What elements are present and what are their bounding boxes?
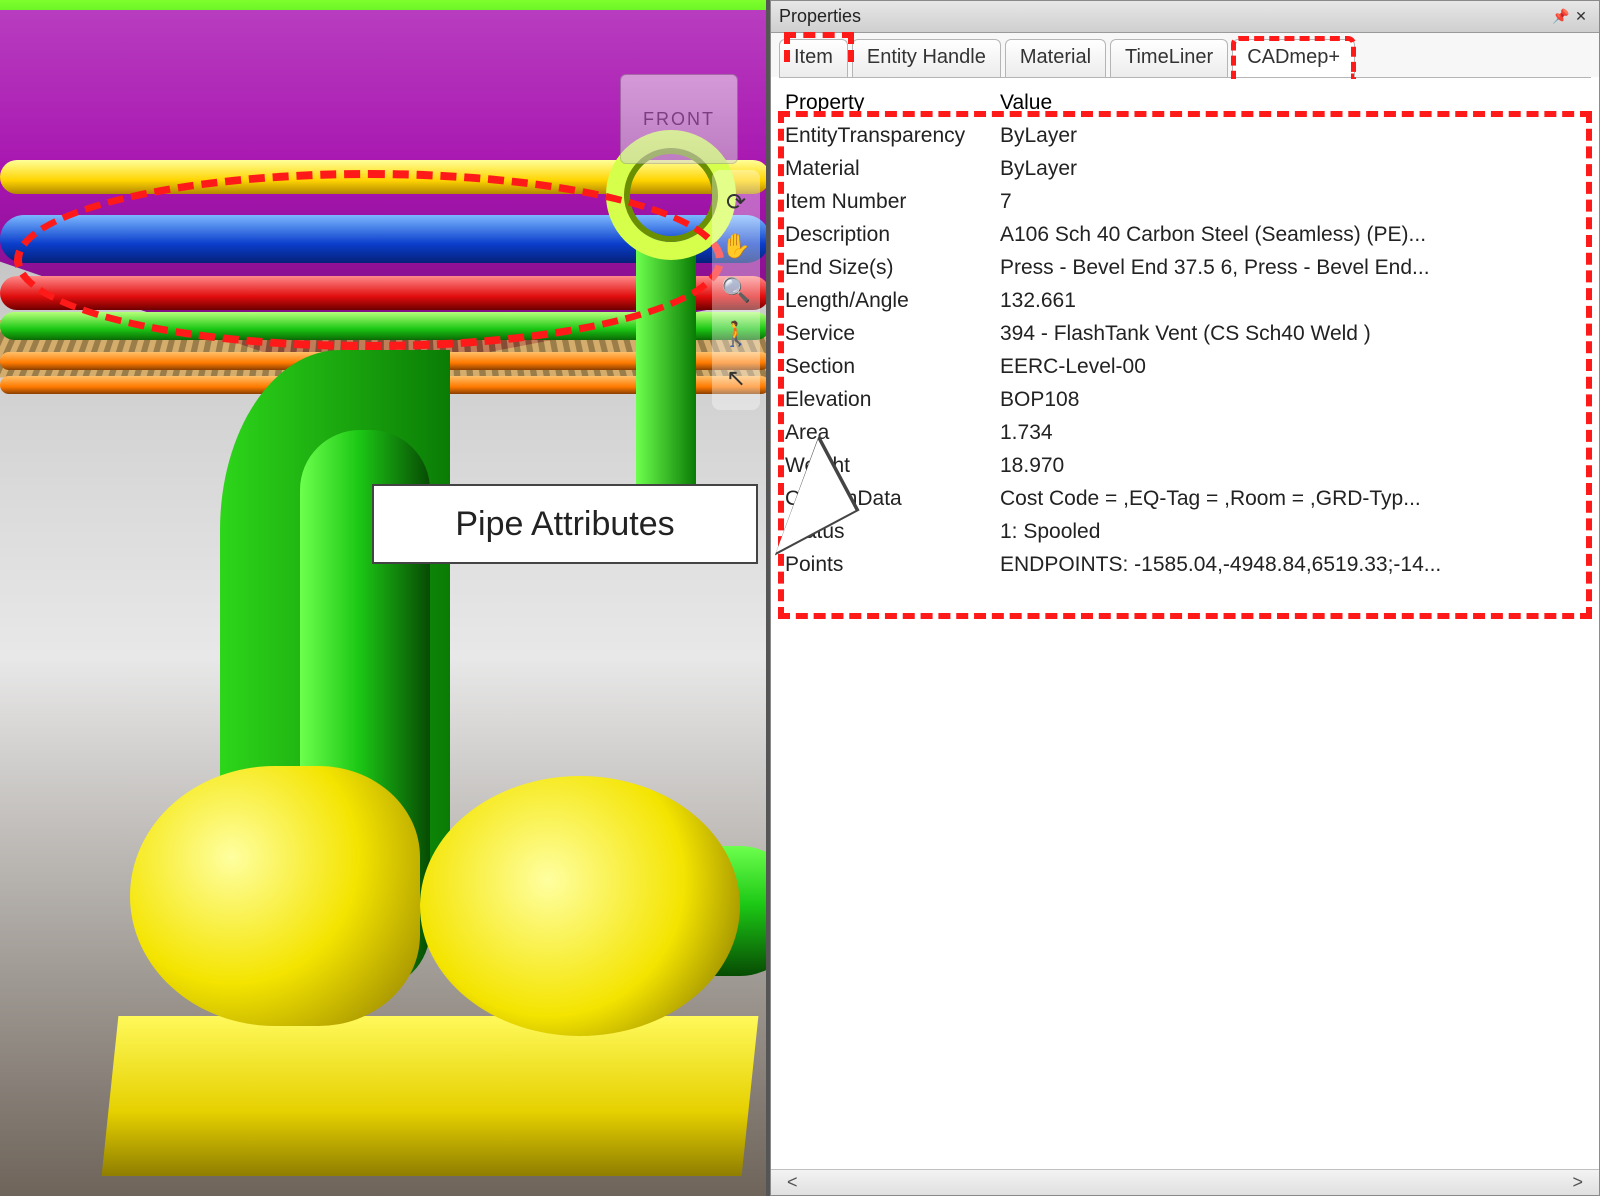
table-row[interactable]: Status 1: Spooled xyxy=(785,515,1581,548)
callout-box: Pipe Attributes xyxy=(372,484,758,564)
table-row[interactable]: PointsENDPOINTS: -1585.04,-4948.84,6519.… xyxy=(785,548,1581,581)
pan-icon: ✋ xyxy=(721,232,751,261)
prop-val: BOP108 xyxy=(1000,383,1581,416)
header-value: Value xyxy=(1000,86,1581,119)
select-tool[interactable]: ↖ xyxy=(716,358,756,398)
prop-val: 18.970 xyxy=(1000,449,1581,482)
prop-val: 394 - FlashTank Vent (CS Sch40 Weld ) xyxy=(1000,317,1581,350)
tab-entity-handle[interactable]: Entity Handle xyxy=(852,39,1001,77)
header-property: Property xyxy=(785,86,1000,119)
table-row[interactable]: Item Number7 xyxy=(785,185,1581,218)
zoom-tool[interactable]: 🔍 xyxy=(716,270,756,310)
tab-strip: Item Entity Handle Material TimeLiner CA… xyxy=(771,33,1599,77)
select-icon: ↖ xyxy=(726,364,746,393)
orbit-tool[interactable]: ⟳ xyxy=(716,182,756,222)
table-row[interactable]: EntityTransparencyByLayer xyxy=(785,119,1581,152)
navigation-bar: ⟳ ✋ 🔍 🚶 ↖ xyxy=(712,170,760,410)
prop-key: Elevation xyxy=(785,383,1000,416)
prop-val: 7 xyxy=(1000,185,1581,218)
property-header-row: Property Value xyxy=(785,86,1581,119)
pump-motor xyxy=(130,766,420,1026)
panel-title: Properties xyxy=(779,6,861,27)
properties-panel: Properties 📌 ✕ Item Entity Handle Materi… xyxy=(770,0,1600,1196)
tab-cadmep[interactable]: CADmep+ xyxy=(1232,39,1355,77)
table-row[interactable]: Service394 - FlashTank Vent (CS Sch40 We… xyxy=(785,317,1581,350)
prop-val: Cost Code = ,EQ-Tag = ,Room = ,GRD-Typ..… xyxy=(1000,482,1581,515)
app-root: FRONT ⟳ ✋ 🔍 🚶 ↖ Pipe Attributes Properti… xyxy=(0,0,1600,1196)
table-row[interactable]: Weight18.970 xyxy=(785,449,1581,482)
tab-cadmep-label: CADmep+ xyxy=(1247,46,1340,68)
table-row[interactable]: DescriptionA106 Sch 40 Carbon Steel (Sea… xyxy=(785,218,1581,251)
tab-material[interactable]: Material xyxy=(1005,39,1106,77)
table-row[interactable]: End Size(s)Press - Bevel End 37.5 6, Pre… xyxy=(785,251,1581,284)
prop-key: Service xyxy=(785,317,1000,350)
zoom-icon: 🔍 xyxy=(721,276,751,305)
walk-icon: 🚶 xyxy=(721,320,751,349)
table-row[interactable]: CustomDataCost Code = ,EQ-Tag = ,Room = … xyxy=(785,482,1581,515)
model-viewport[interactable]: FRONT ⟳ ✋ 🔍 🚶 ↖ xyxy=(0,0,770,1196)
prop-val: EERC-Level-00 xyxy=(1000,350,1581,383)
valve-stem xyxy=(636,250,696,510)
walk-tool[interactable]: 🚶 xyxy=(716,314,756,354)
prop-key: Material xyxy=(785,152,1000,185)
horizontal-scrollbar[interactable]: < > xyxy=(771,1169,1599,1195)
prop-key: Description xyxy=(785,218,1000,251)
tab-entity-handle-label: Entity Handle xyxy=(867,46,986,68)
prop-val: 132.661 xyxy=(1000,284,1581,317)
viewcube[interactable]: FRONT xyxy=(620,74,738,164)
prop-val: 1.734 xyxy=(1000,416,1581,449)
panel-titlebar[interactable]: Properties 📌 ✕ xyxy=(771,1,1599,33)
pump-baseplate xyxy=(102,1016,759,1176)
prop-val: ENDPOINTS: -1585.04,-4948.84,6519.33;-14… xyxy=(1000,548,1581,581)
table-row[interactable]: SectionEERC-Level-00 xyxy=(785,350,1581,383)
panel-body: Item Entity Handle Material TimeLiner CA… xyxy=(771,33,1599,1195)
prop-val: ByLayer xyxy=(1000,119,1581,152)
table-row[interactable]: Area1.734 xyxy=(785,416,1581,449)
table-row[interactable]: Length/Angle132.661 xyxy=(785,284,1581,317)
prop-key: Points xyxy=(785,548,1000,581)
property-grid: Property Value EntityTransparencyByLayer… xyxy=(771,78,1599,589)
table-row[interactable]: MaterialByLayer xyxy=(785,152,1581,185)
prop-val: Press - Bevel End 37.5 6, Press - Bevel … xyxy=(1000,251,1581,284)
callout-label: Pipe Attributes xyxy=(455,505,674,544)
prop-key: Section xyxy=(785,350,1000,383)
prop-val: A106 Sch 40 Carbon Steel (Seamless) (PE)… xyxy=(1000,218,1581,251)
prop-val: ByLayer xyxy=(1000,152,1581,185)
tab-timeliner[interactable]: TimeLiner xyxy=(1110,39,1228,77)
prop-key: End Size(s) xyxy=(785,251,1000,284)
scroll-right-icon[interactable]: > xyxy=(1566,1172,1589,1193)
tab-item-label: Item xyxy=(794,46,833,68)
tab-material-label: Material xyxy=(1020,46,1091,68)
prop-key: EntityTransparency xyxy=(785,119,1000,152)
pan-tool[interactable]: ✋ xyxy=(716,226,756,266)
orbit-icon: ⟳ xyxy=(726,188,746,217)
pump-volute xyxy=(420,776,740,1036)
tab-item[interactable]: Item xyxy=(779,39,848,77)
tab-timeliner-label: TimeLiner xyxy=(1125,46,1213,68)
viewcube-face-label: FRONT xyxy=(643,109,715,130)
prop-val: 1: Spooled xyxy=(1000,515,1581,548)
prop-key: Item Number xyxy=(785,185,1000,218)
prop-key: Length/Angle xyxy=(785,284,1000,317)
close-icon[interactable]: ✕ xyxy=(1571,8,1591,25)
table-row[interactable]: ElevationBOP108 xyxy=(785,383,1581,416)
scroll-left-icon[interactable]: < xyxy=(781,1172,804,1193)
pin-icon[interactable]: 📌 xyxy=(1551,8,1571,25)
